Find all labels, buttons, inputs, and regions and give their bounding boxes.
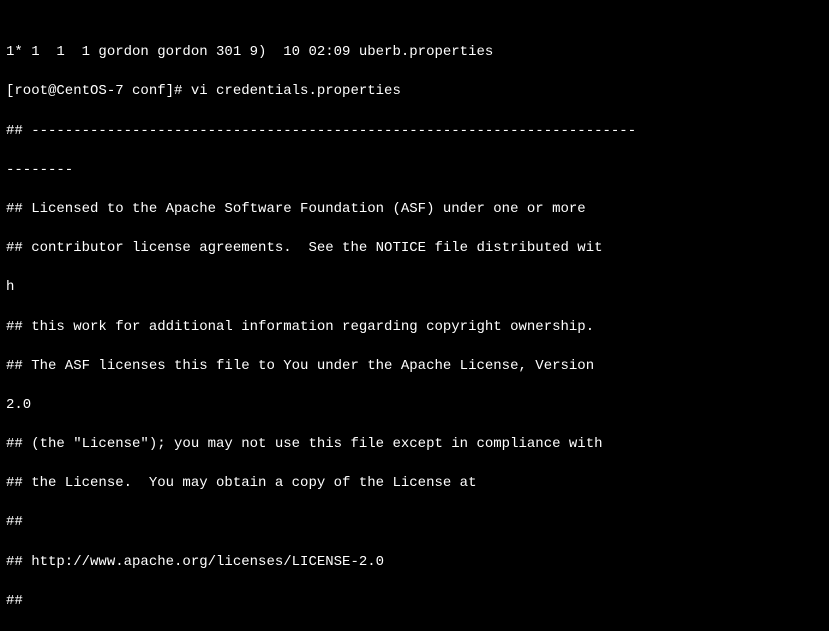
terminal-line: ## the License. You may obtain a copy of… xyxy=(6,474,823,494)
terminal-content: 1* 1 1 1 gordon gordon 301 9) 10 02:09 u… xyxy=(6,43,823,631)
terminal-line: -------- xyxy=(6,161,823,181)
terminal-line: ## Licensed to the Apache Software Found… xyxy=(6,200,823,220)
terminal-line: ## contributor license agreements. See t… xyxy=(6,239,823,259)
terminal-line: ## (the "License"); you may not use this… xyxy=(6,435,823,455)
terminal-line: ## http://www.apache.org/licenses/LICENS… xyxy=(6,553,823,573)
terminal-line: h xyxy=(6,278,823,298)
terminal-line: 2.0 xyxy=(6,396,823,416)
terminal-line: [root@CentOS-7 conf]# vi credentials.pro… xyxy=(6,82,823,102)
terminal-window[interactable]: 1* 1 1 1 gordon gordon 301 9) 10 02:09 u… xyxy=(0,0,829,631)
terminal-line: ## xyxy=(6,592,823,612)
terminal-line: 1* 1 1 1 gordon gordon 301 9) 10 02:09 u… xyxy=(6,43,823,63)
terminal-line: ## -------------------------------------… xyxy=(6,122,823,142)
terminal-line: ## this work for additional information … xyxy=(6,318,823,338)
terminal-line: ## xyxy=(6,513,823,533)
terminal-line: ## The ASF licenses this file to You und… xyxy=(6,357,823,377)
